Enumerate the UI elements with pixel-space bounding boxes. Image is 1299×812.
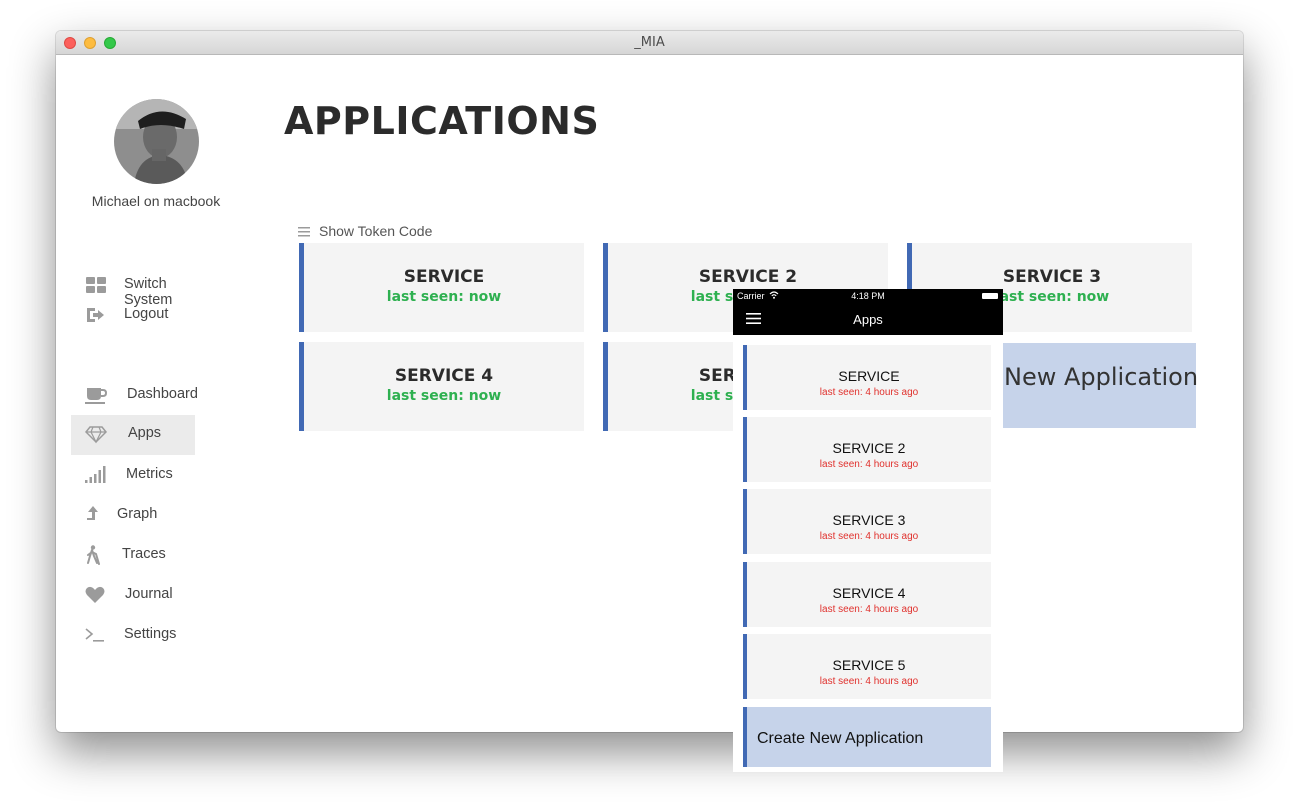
sidebar-item-label: Graph — [117, 506, 158, 522]
service-name: SERVICE 4 — [832, 585, 906, 601]
sidebar-item-label: Journal — [125, 586, 173, 602]
mobile-nav-title: Apps — [853, 312, 883, 327]
sidebar-item-dashboard[interactable]: Dashboard — [71, 376, 198, 414]
sidebar-item-label: Traces — [122, 546, 166, 562]
service-name: SERVICE 2 — [832, 440, 906, 456]
avatar[interactable] — [114, 99, 199, 184]
status-time: 4:18 PM — [851, 291, 885, 301]
sidebar-item-label: Dashboard — [127, 386, 198, 402]
sidebar-item-label: Apps — [128, 425, 162, 441]
mobile-nav-bar: Apps — [733, 303, 1003, 335]
service-name: SERVICE 2 — [698, 267, 798, 287]
service-last-seen: last seen: 4 hours ago — [819, 387, 919, 398]
diamond-icon — [85, 426, 107, 444]
service-last-seen: last seen: now — [386, 388, 502, 404]
mobile-service-card[interactable]: SERVICE 2 last seen: 4 hours ago — [743, 417, 991, 482]
sidebar-item-logout[interactable]: Logout — [71, 296, 195, 334]
sidebar-item-label: Logout — [124, 306, 169, 322]
sidebar-item-traces[interactable]: Traces — [71, 536, 195, 574]
status-bar: Carrier 4:18 PM — [733, 289, 1003, 303]
arrow-up-icon — [87, 506, 98, 520]
new-application-label: New Application — [1004, 363, 1199, 391]
page-title: APPLICATIONS — [284, 99, 600, 143]
service-card[interactable]: SERVICE 4 last seen: now — [299, 342, 584, 431]
sidebar-item-apps[interactable]: Apps — [71, 415, 195, 455]
walking-person-icon — [87, 545, 100, 565]
sidebar-item-metrics[interactable]: Metrics — [71, 456, 195, 494]
create-new-application-label: Create New Application — [757, 730, 924, 747]
sidebar-item-label: Metrics — [126, 466, 173, 482]
service-last-seen: last seen: 4 hours ago — [819, 604, 919, 615]
service-name: SERVICE 3 — [1002, 267, 1102, 287]
service-name: SERVICE 3 — [832, 512, 906, 528]
heart-icon — [85, 586, 105, 603]
username: Michael on macbook — [91, 193, 221, 209]
service-last-seen: last seen: 4 hours ago — [819, 676, 919, 687]
mobile-service-card[interactable]: SERVICE 5 last seen: 4 hours ago — [743, 634, 991, 699]
service-last-seen: last seen: 4 hours ago — [819, 459, 919, 470]
sidebar-item-graph[interactable]: Graph — [71, 496, 195, 534]
logout-icon — [87, 308, 104, 322]
sidebar-item-label: Settings — [124, 626, 177, 642]
sidebar: Michael on macbook Switch System Logout — [56, 54, 271, 732]
service-last-seen: last seen: now — [386, 289, 502, 305]
show-token-code-label: Show Token Code — [319, 223, 433, 239]
service-last-seen: last seen: 4 hours ago — [819, 531, 919, 542]
service-card[interactable]: SERVICE last seen: now — [299, 243, 584, 332]
mobile-service-card[interactable]: SERVICE last seen: 4 hours ago — [743, 345, 991, 410]
service-name: SERVICE 4 — [394, 366, 494, 386]
mobile-service-card[interactable]: SERVICE 3 last seen: 4 hours ago — [743, 489, 991, 554]
service-name: SERVICE — [838, 368, 900, 384]
battery-icon — [982, 293, 998, 299]
grid-icon — [86, 277, 106, 293]
sidebar-item-journal[interactable]: Journal — [71, 576, 195, 614]
hamburger-icon — [298, 227, 310, 237]
mobile-service-card[interactable]: SERVICE 4 last seen: 4 hours ago — [743, 562, 991, 627]
sidebar-item-settings[interactable]: Settings — [71, 616, 195, 654]
mobile-app-overlay: Carrier 4:18 PM Apps SERVICE last seen: … — [733, 289, 1003, 772]
new-application-button[interactable]: New Application — [1003, 343, 1199, 428]
coffee-cup-icon — [85, 388, 107, 404]
service-name: SERVICE 5 — [832, 657, 906, 673]
service-name: SERVICE — [403, 267, 485, 287]
app-window: _MIA Michael on macbook Switch System Lo… — [56, 31, 1243, 732]
terminal-icon — [85, 628, 104, 642]
title-bar: _MIA — [56, 31, 1243, 55]
window-title: _MIA — [634, 35, 665, 50]
signal-bars-icon — [85, 466, 106, 483]
create-new-application-button[interactable]: Create New Application — [743, 707, 991, 767]
